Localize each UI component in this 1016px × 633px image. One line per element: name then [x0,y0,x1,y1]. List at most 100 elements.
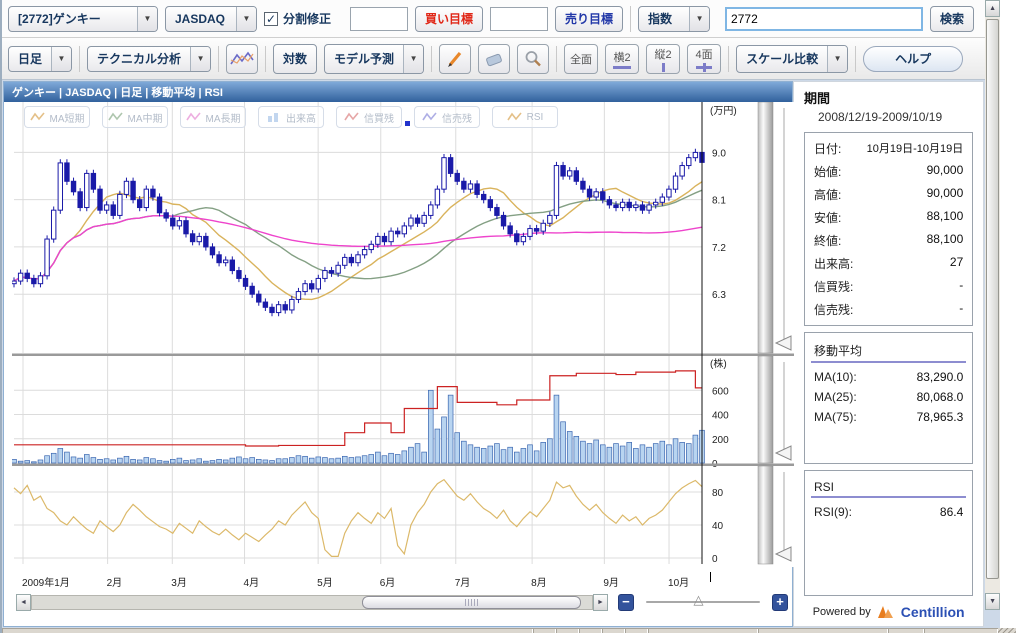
scroll-left-button[interactable]: ◄ [16,594,31,611]
chevron-down-icon[interactable]: ▼ [51,47,71,71]
divider [855,46,856,72]
zoom-in-button[interactable]: + [772,594,788,611]
info-value: - [959,301,963,318]
layout-horizontal-2-button[interactable]: 横2 [605,44,639,74]
buy-target-input[interactable] [350,7,408,31]
svg-text:40: 40 [712,521,724,532]
scroll-down-button[interactable]: ▼ [985,593,1000,610]
divider [556,46,557,72]
divider [811,496,966,498]
info-value: 88,100 [927,232,964,249]
sell-target-button[interactable]: 売り目標 [555,6,623,32]
x-axis-label: 9月 [603,574,619,589]
line-icon [30,111,46,123]
content-area: ゲンキー | JASDAQ | 日足 | 移動平均 | RSI MA短期MA中期… [2,80,1000,628]
divider [811,361,966,363]
status-bar: ページが表示されました インターネット ▼ 100% ▼ [2,628,1016,633]
index-select[interactable]: 指数 ▼ [638,6,710,32]
legend-label: MA長期 [206,110,241,125]
layout-full-button[interactable]: 全面 [564,44,598,74]
layout-quad-button[interactable]: 4面 [687,44,721,74]
layout-vertical-2-button[interactable]: 縦2 [646,44,680,74]
brand-name: Centillion [901,604,965,620]
line-chart-tool-button[interactable] [226,44,258,74]
legend-toggle-出来高[interactable]: 出来高 [258,106,324,128]
chevron-down-icon[interactable]: ▼ [236,7,256,31]
search-button[interactable]: 検索 [930,6,974,32]
split-adjust-label: 分割修正 [283,10,331,27]
technical-analysis-select[interactable]: テクニカル分析 ▼ [87,46,211,72]
scroll-up-button[interactable]: ▲ [985,0,1000,17]
info-label: MA(25): [814,390,857,404]
scale-compare-select[interactable]: スケール比較 ▼ [736,45,848,73]
zigzag-chart-icon [229,49,255,69]
search-input[interactable] [725,7,923,31]
symbol-select[interactable]: [2772]ゲンキー ▼ [8,6,158,32]
scroll-track[interactable] [31,595,593,610]
timeframe-select[interactable]: 日足 ▼ [8,46,72,72]
info-label: MA(75): [814,410,857,424]
svg-text:(株): (株) [710,357,727,370]
scroll-thumb[interactable] [986,19,999,579]
model-forecast-select[interactable]: モデル予測 ▼ [324,44,424,74]
x-axis-labels: 2009年1月2月3月4月5月6月7月8月9月10月 [12,572,792,590]
quad-split-icon [696,63,712,72]
info-row: RSI(9):86.4 [805,502,972,522]
magnifier-icon [523,49,543,69]
resize-grip[interactable] [998,628,1016,633]
horizontal-split-icon [613,66,631,69]
sell-target-input[interactable] [490,7,548,31]
slider-thumb-icon[interactable]: △ [694,592,704,608]
market-select-label: JASDAQ [166,7,236,31]
symbol-select-label: [2772]ゲンキー [9,7,137,31]
page-zoom-button[interactable]: 100% ▼ [924,628,998,633]
info-label: 終値: [814,232,841,249]
zoom-tool-button[interactable] [517,44,549,74]
chevron-down-icon[interactable]: ▼ [689,7,709,31]
legend-toggle-信売残[interactable]: 信売残 [414,106,480,128]
quote-box: 日付:10月19日-10月19日始値:90,000高値:90,000安値:88,… [804,132,973,326]
scroll-track[interactable] [985,17,1000,593]
svg-text:6.3: 6.3 [712,290,726,301]
info-label: RSI(9): [814,505,852,519]
legend-toggle-MA中期[interactable]: MA中期 [102,106,168,128]
buy-target-button[interactable]: 買い目標 [415,6,483,32]
info-label: 高値: [814,186,841,203]
log-scale-button[interactable]: 対数 [273,44,317,74]
chart-h-scrollbar[interactable]: ◄ ► [16,594,608,611]
info-value: 90,000 [927,163,964,180]
status-message: ページが表示されました [2,628,533,633]
scroll-right-button[interactable]: ► [593,594,608,611]
eraser-button[interactable] [478,44,510,74]
market-select[interactable]: JASDAQ ▼ [165,6,257,32]
protected-mode-button[interactable]: ▼ [888,628,924,633]
chevron-down-icon[interactable]: ▼ [137,7,157,31]
chevron-down-icon[interactable]: ▼ [403,45,423,73]
powered-by-label: Powered by [813,606,871,618]
info-label: 日付: [814,140,841,157]
legend-label: MA短期 [50,110,85,125]
info-row: MA(10):83,290.0 [805,367,972,387]
info-label: 信買残: [814,278,853,295]
pencil-icon [445,49,465,69]
divider [265,46,266,72]
zoom-out-button[interactable]: − [618,594,634,611]
legend-toggle-MA短期[interactable]: MA短期 [24,106,90,128]
help-button[interactable]: ヘルプ [863,46,963,72]
chevron-down-icon[interactable]: ▼ [190,47,210,71]
layout-full-label: 全面 [570,51,592,67]
legend-toggle-MA長期[interactable]: MA長期 [180,106,246,128]
period-zoom-slider[interactable]: △ [644,593,762,611]
timeframe-select-label: 日足 [9,47,51,71]
svg-text:600: 600 [712,386,729,397]
legend-toggle-信買残[interactable]: 信買残 [336,106,402,128]
scroll-thumb[interactable] [362,596,580,609]
indicator-drag-handle[interactable] [405,121,410,126]
chevron-down-icon[interactable]: ▼ [827,46,847,72]
page-v-scrollbar[interactable]: ▲ ▼ [985,0,1000,610]
legend-toggle-RSI[interactable]: RSI [492,106,558,128]
draw-pencil-button[interactable] [439,44,471,74]
split-adjust-checkbox[interactable]: ✓ [264,12,278,26]
chart-legend: MA短期 MA中期 MA長期 出来高信買残信売残 RSI [24,106,558,128]
chart-scroll-row: ◄ ► − △ + [12,590,792,614]
